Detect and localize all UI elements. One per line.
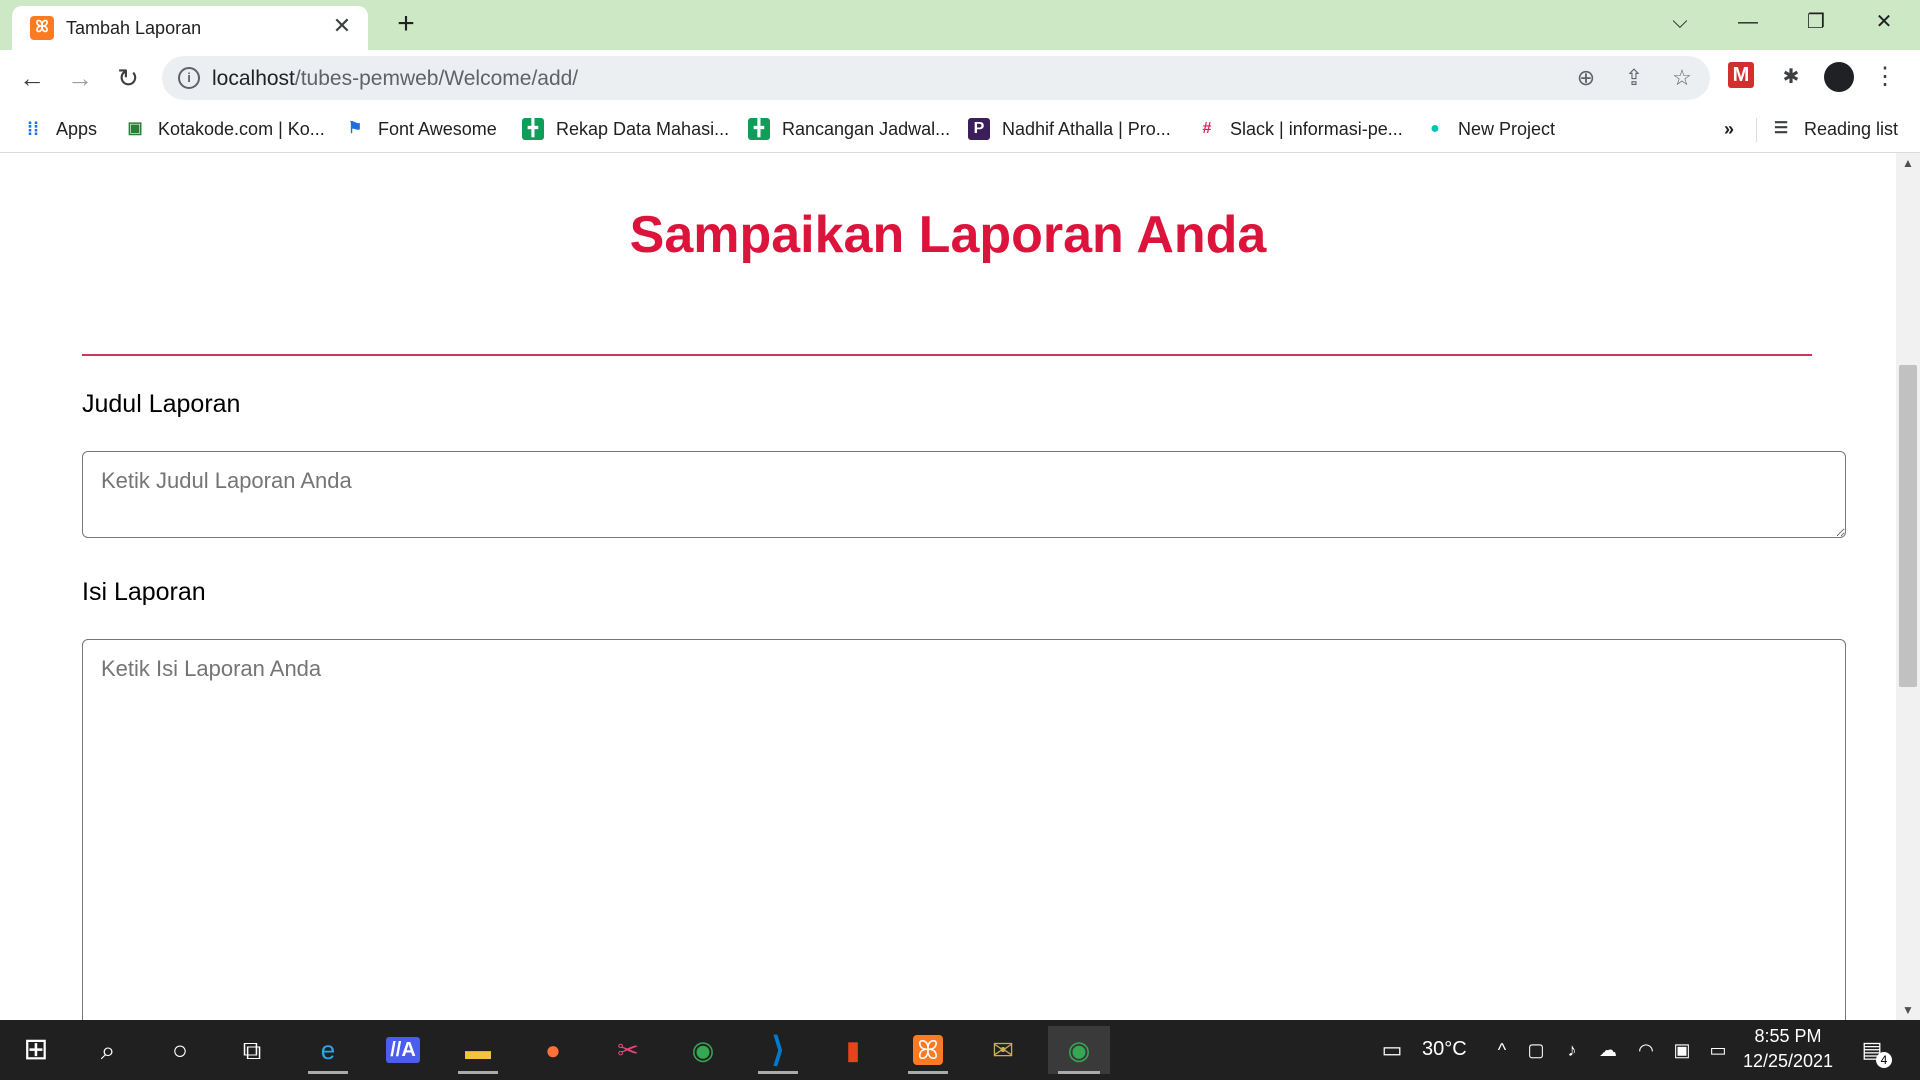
tab-search-dropdown-icon[interactable]: ⌵ bbox=[1652, 4, 1708, 40]
bookmark-label: Rancangan Jadwal... bbox=[782, 118, 951, 139]
start-button[interactable]: ⊞ bbox=[6, 1026, 66, 1074]
chrome-icon[interactable]: ◉ bbox=[673, 1026, 733, 1074]
display-icon[interactable]: ▣ bbox=[1670, 1038, 1694, 1062]
url-text[interactable]: localhost/tubes-pemweb/Welcome/add/ bbox=[212, 67, 578, 91]
project-icon: ● bbox=[1430, 120, 1440, 137]
bookmarks-bar: ⁞⁞ Apps ▣ Kotakode.com | Ko... ⚑ Font Aw… bbox=[0, 106, 1920, 153]
search-icon[interactable]: ⌕ bbox=[78, 1026, 138, 1074]
bookmark-nadhif-athalla[interactable]: P Nadhif Athalla | Pro... bbox=[968, 114, 1171, 144]
title-divider bbox=[82, 354, 1812, 356]
xampp-glyph: ꕤ bbox=[913, 1035, 943, 1065]
minimize-button[interactable]: — bbox=[1720, 4, 1776, 40]
bookmark-rancangan-jadwal[interactable]: ╋ Rancangan Jadwal... bbox=[748, 114, 950, 144]
onedrive-icon[interactable]: ☁ bbox=[1596, 1038, 1620, 1062]
address-bar[interactable]: i localhost/tubes-pemweb/Welcome/add/ ⊕ … bbox=[162, 56, 1710, 100]
share-icon[interactable]: ⇪ bbox=[1620, 64, 1648, 92]
tray-chevron-icon[interactable]: ^ bbox=[1490, 1038, 1514, 1062]
slack-icon: # bbox=[1202, 120, 1212, 137]
cortana-icon[interactable]: ○ bbox=[150, 1026, 210, 1074]
windows-taskbar: ⊞ ⌕ ○ ⧉ e //A ▬ ● ✂ ◉ ⟩ ▮ ꕤ ✉ ◉ ▭ 30°C ^… bbox=[0, 1020, 1920, 1080]
box-icon: ▣ bbox=[127, 120, 143, 137]
reading-list-label: Reading list bbox=[1804, 118, 1899, 139]
bookmark-kotakode[interactable]: ▣ Kotakode.com | Ko... bbox=[124, 114, 325, 144]
bookmark-rekap-data[interactable]: ╋ Rekap Data Mahasi... bbox=[522, 114, 729, 144]
battery-icon[interactable]: ▭ bbox=[1706, 1038, 1730, 1062]
isi-laporan-label: Isi Laporan bbox=[82, 578, 206, 606]
extension-icon[interactable]: M bbox=[1728, 62, 1754, 88]
app-ai-glyph: //A bbox=[386, 1037, 420, 1063]
page-content: Sampaikan Laporan Anda Judul Laporan Isi… bbox=[0, 153, 1896, 1020]
xampp-favicon-icon: ꕤ bbox=[30, 16, 54, 40]
browser-toolbar: ← → ↻ i localhost/tubes-pemweb/Welcome/a… bbox=[0, 50, 1920, 106]
bookmark-label: New Project bbox=[1458, 118, 1556, 139]
forward-button[interactable]: → bbox=[62, 60, 98, 96]
vscode-icon[interactable]: ⟩ bbox=[748, 1026, 808, 1074]
bookmark-star-icon[interactable]: ☆ bbox=[1668, 64, 1696, 92]
clock-date: 12/25/2021 bbox=[1742, 1051, 1834, 1071]
new-tab-button[interactable]: + bbox=[390, 8, 422, 40]
bookmarks-divider bbox=[1756, 118, 1757, 142]
bookmark-font-awesome[interactable]: ⚑ Font Awesome bbox=[344, 114, 497, 144]
google-sheets-icon: ╋ bbox=[522, 118, 544, 140]
profile-avatar[interactable] bbox=[1824, 62, 1854, 92]
app-ai-taskbar-icon[interactable]: //A bbox=[373, 1026, 433, 1074]
page-title: Sampaikan Laporan Anda bbox=[629, 206, 1267, 264]
firefox-icon[interactable]: ● bbox=[523, 1026, 583, 1074]
google-sheets-icon: ╋ bbox=[748, 118, 770, 140]
xampp-taskbar-icon[interactable]: ꕤ bbox=[898, 1026, 958, 1074]
isi-laporan-input[interactable] bbox=[82, 639, 1846, 1020]
chrome-profile-icon[interactable]: ◉ bbox=[1048, 1026, 1110, 1074]
reading-list-button[interactable]: ☰ Reading list bbox=[1770, 114, 1898, 144]
bookmark-label: Apps bbox=[56, 118, 98, 139]
bookmark-label: Nadhif Athalla | Pro... bbox=[1002, 118, 1171, 139]
meet-now-icon[interactable]: ▢ bbox=[1524, 1038, 1548, 1062]
url-path: /tubes-pemweb/Welcome/add/ bbox=[294, 67, 579, 90]
bookmark-label: Slack | informasi-pe... bbox=[1230, 118, 1403, 139]
bookmark-label: Kotakode.com | Ko... bbox=[158, 118, 325, 139]
bookmark-label: Rekap Data Mahasi... bbox=[556, 118, 730, 139]
url-host: localhost bbox=[212, 67, 295, 90]
bookmark-slack[interactable]: # Slack | informasi-pe... bbox=[1196, 114, 1403, 144]
browser-menu-icon[interactable]: ⋮ bbox=[1870, 62, 1900, 92]
file-explorer-icon[interactable]: ▬ bbox=[448, 1026, 508, 1074]
edge-taskbar-icon[interactable]: e bbox=[298, 1026, 358, 1074]
back-button[interactable]: ← bbox=[14, 60, 50, 96]
apps-grid-icon: ⁞⁞ bbox=[27, 119, 39, 139]
volume-icon[interactable]: ♪ bbox=[1560, 1038, 1584, 1062]
site-info-icon[interactable]: i bbox=[178, 67, 200, 89]
restore-button[interactable]: ❐ bbox=[1788, 4, 1844, 40]
reload-button[interactable]: ↻ bbox=[110, 60, 146, 96]
close-tab-icon[interactable]: ✕ bbox=[328, 12, 356, 40]
reading-list-icon: ☰ bbox=[1773, 120, 1789, 137]
weather-temp[interactable]: 30°C bbox=[1422, 1038, 1467, 1061]
bookmark-label: Font Awesome bbox=[378, 118, 497, 139]
scroll-thumb[interactable] bbox=[1899, 365, 1917, 687]
weather-icon[interactable]: ▭ bbox=[1376, 1038, 1408, 1062]
page-scrollbar[interactable]: ▲ ▼ bbox=[1896, 153, 1920, 1020]
scroll-down-arrow[interactable]: ▼ bbox=[1896, 1000, 1920, 1020]
tab-title: Tambah Laporan bbox=[66, 18, 202, 38]
snipping-tool-icon[interactable]: ✂ bbox=[598, 1026, 658, 1074]
office-icon[interactable]: ▮ bbox=[823, 1026, 883, 1074]
scroll-up-arrow[interactable]: ▲ bbox=[1896, 153, 1920, 173]
task-view-icon[interactable]: ⧉ bbox=[222, 1026, 282, 1074]
puzzle-extensions-icon[interactable]: ✱ bbox=[1776, 62, 1806, 92]
bookmark-apps[interactable]: ⁞⁞ Apps bbox=[22, 114, 97, 144]
profile-p-icon: P bbox=[968, 118, 990, 140]
close-window-button[interactable]: ✕ bbox=[1856, 4, 1912, 40]
judul-laporan-label: Judul Laporan bbox=[82, 390, 241, 418]
bookmarks-overflow-button[interactable]: » bbox=[1724, 114, 1734, 144]
wifi-icon[interactable]: ◠ bbox=[1634, 1038, 1658, 1062]
flag-icon: ⚑ bbox=[347, 120, 363, 137]
judul-laporan-input[interactable] bbox=[82, 451, 1846, 538]
tab-strip: ꕤ Tambah Laporan ✕ + ⌵ — ❐ ✕ bbox=[0, 0, 1920, 50]
zoom-icon[interactable]: ⊕ bbox=[1572, 64, 1600, 92]
clock-time: 8:55 PM bbox=[1754, 1026, 1822, 1046]
browser-tab[interactable]: ꕤ Tambah Laporan ✕ bbox=[12, 6, 368, 50]
misc-app-icon[interactable]: ✉ bbox=[973, 1026, 1033, 1074]
notification-count-badge: 4 bbox=[1876, 1052, 1892, 1068]
clock[interactable]: 8:55 PM 12/25/2021 bbox=[1736, 1026, 1840, 1072]
bookmark-new-project[interactable]: ● New Project bbox=[1424, 114, 1555, 144]
